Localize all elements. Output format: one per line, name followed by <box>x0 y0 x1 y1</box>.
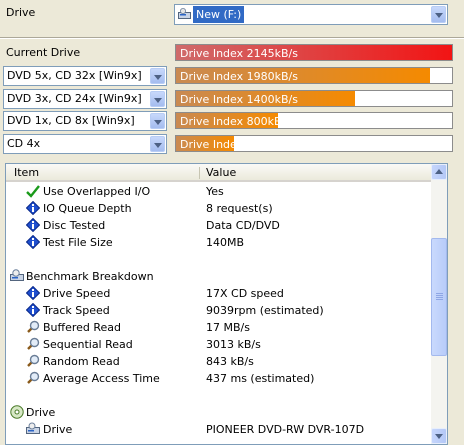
reference-select[interactable]: CD 4x <box>3 134 167 154</box>
item-key: Benchmark Breakdown <box>26 270 154 283</box>
item-value: 17X CD speed <box>206 287 284 300</box>
list-item[interactable]: Buffered Read 17 MB/s <box>6 319 431 336</box>
reference-select[interactable]: DVD 3x, CD 24x [Win9x] <box>3 89 167 109</box>
drive-index-bar: Drive Index 800kB/s <box>175 112 453 129</box>
current-drive-label: Current Drive <box>6 46 81 59</box>
item-value: Data CD/DVD <box>206 219 280 232</box>
info-diamond-icon <box>25 302 41 318</box>
reference-select-value: DVD 3x, CD 24x [Win9x] <box>7 92 142 105</box>
reference-select-value: CD 4x <box>7 137 41 150</box>
item-key: Buffered Read <box>43 321 122 334</box>
magnifier-icon <box>26 337 40 351</box>
column-header-value[interactable]: Value <box>206 166 236 179</box>
list-item[interactable]: Disc Tested Data CD/DVD <box>6 217 431 234</box>
drive-index-text: Drive Index 2145kB/s <box>180 47 298 60</box>
group-header[interactable]: Benchmark Breakdown <box>6 268 431 285</box>
scroll-down-arrow-icon[interactable] <box>431 428 447 444</box>
reference-select[interactable]: DVD 5x, CD 32x [Win9x] <box>3 66 167 86</box>
magnifier-icon <box>26 320 40 334</box>
blank-row <box>6 387 431 404</box>
item-value: 17 MB/s <box>206 321 250 334</box>
chevron-down-icon[interactable] <box>431 6 446 23</box>
reference-select[interactable]: DVD 1x, CD 8x [Win9x] <box>3 111 167 131</box>
magnifier-icon <box>26 354 40 368</box>
list-item[interactable]: Sequential Read 3013 kB/s <box>6 336 431 353</box>
info-diamond-icon <box>25 285 41 301</box>
check-icon <box>26 184 40 198</box>
drive-index-bar: Drive Index 2145kB/s <box>175 44 453 61</box>
item-key: Drive <box>43 423 73 436</box>
vertical-scrollbar[interactable] <box>431 164 447 444</box>
group-header[interactable]: Drive <box>6 404 431 421</box>
list-item[interactable]: Average Access Time 437 ms (estimated) <box>6 370 431 387</box>
reference-select-value: DVD 5x, CD 32x [Win9x] <box>7 69 142 82</box>
drive-icon <box>178 8 191 19</box>
drive-index-text: Drive Index 1400kB/s <box>180 93 298 106</box>
item-key: Average Access Time <box>43 372 160 385</box>
chevron-down-icon[interactable] <box>150 113 165 129</box>
drive-icon <box>26 422 40 436</box>
item-value: 9039rpm (estimated) <box>206 304 324 317</box>
scrollbar-thumb[interactable] <box>431 238 447 356</box>
chevron-down-icon[interactable] <box>150 136 165 152</box>
results-list[interactable]: Item Value Use Overlapped I/O Yes IO Queue… <box>5 163 448 445</box>
drive-label: Drive <box>6 6 36 19</box>
list-header: Item Value <box>6 164 431 182</box>
item-value: 140MB <box>206 236 245 249</box>
item-value: 3013 kB/s <box>206 338 261 351</box>
drive-select-value: New (F:) <box>193 6 245 23</box>
list-item[interactable]: Use Overlapped I/O Yes <box>6 183 431 200</box>
item-key: Use Overlapped I/O <box>43 185 151 198</box>
drive-index-text: Drive Index 450kB/s <box>180 138 291 151</box>
list-item[interactable]: Drive Speed 17X CD speed <box>6 285 431 302</box>
list-item[interactable]: Test File Size 140MB <box>6 234 431 251</box>
item-value: 437 ms (estimated) <box>206 372 315 385</box>
item-key: Track Speed <box>43 304 110 317</box>
item-key: Disc Tested <box>43 219 106 232</box>
drive-index-bar: Drive Index 1400kB/s <box>175 90 453 107</box>
item-key: Test File Size <box>43 236 113 249</box>
info-diamond-icon <box>25 200 41 216</box>
item-value: Yes <box>206 185 224 198</box>
item-value: 8 request(s) <box>206 202 273 215</box>
drive-index-bar: Drive Index 1980kB/s <box>175 67 453 84</box>
list-item[interactable]: Drive PIONEER DVD-RW DVR-107D <box>6 421 431 438</box>
item-key: IO Queue Depth <box>43 202 132 215</box>
item-key: Sequential Read <box>43 338 133 351</box>
list-item[interactable]: Random Read 843 kB/s <box>6 353 431 370</box>
disc-icon <box>10 405 24 419</box>
scroll-up-arrow-icon[interactable] <box>431 164 447 180</box>
drive-index-text: Drive Index 800kB/s <box>180 115 291 128</box>
item-key: Drive <box>26 406 56 419</box>
magnifier-icon <box>26 371 40 385</box>
item-key: Drive Speed <box>43 287 111 300</box>
chevron-down-icon[interactable] <box>150 68 165 84</box>
reference-select-value: DVD 1x, CD 8x [Win9x] <box>7 114 135 127</box>
item-value: 843 kB/s <box>206 355 254 368</box>
column-header-item[interactable]: Item <box>14 166 39 179</box>
info-diamond-icon <box>25 234 41 250</box>
item-key: Random Read <box>43 355 120 368</box>
blank-row <box>6 251 431 268</box>
benchmark-icon <box>10 269 24 283</box>
item-value: PIONEER DVD-RW DVR-107D <box>206 423 365 436</box>
info-diamond-icon <box>25 217 41 233</box>
drive-index-text: Drive Index 1980kB/s <box>180 70 298 83</box>
drive-select[interactable]: New (F:) <box>174 4 448 25</box>
list-item[interactable]: IO Queue Depth 8 request(s) <box>6 200 431 217</box>
chevron-down-icon[interactable] <box>150 91 165 107</box>
drive-index-bar: Drive Index 450kB/s <box>175 135 453 152</box>
list-item[interactable]: Track Speed 9039rpm (estimated) <box>6 302 431 319</box>
